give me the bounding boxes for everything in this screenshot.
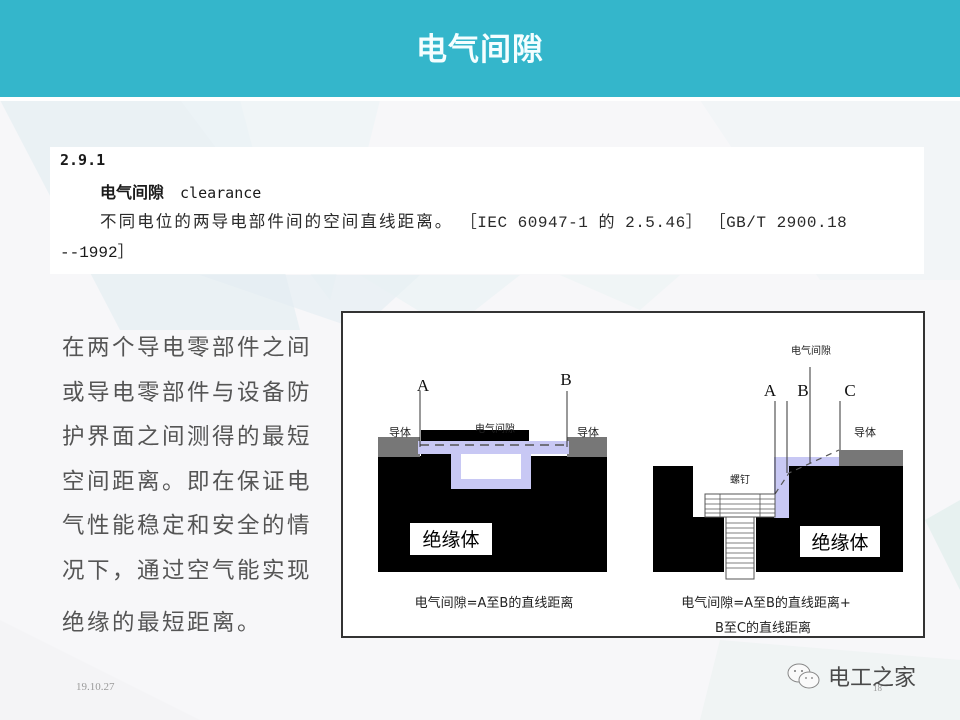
- left-insulator-right: [529, 456, 607, 464]
- explanation-line-last: 绝缘的最短距离。: [62, 610, 263, 636]
- left-conductor-a: [378, 437, 420, 457]
- explanation-line: 况下，通过空气能实现: [62, 557, 313, 584]
- reference-gb: ［GB/T 2900.18: [709, 214, 848, 232]
- slide-header: 电气间隙: [0, 0, 960, 97]
- right-label-c: C: [844, 381, 855, 400]
- explanation-line: 在两个导电零部件之间: [62, 335, 313, 361]
- right-caption-line2: B至C的直线距离: [715, 620, 811, 636]
- reference-gb-continuation: --1992］: [60, 244, 134, 262]
- explanation-line: 护界面之间测得的最短: [62, 424, 313, 450]
- right-insulator-label: 绝缘体: [811, 532, 868, 554]
- right-conductor: [839, 450, 903, 466]
- right-caption-line1: 电气间隙=A至B的直线距离+: [681, 595, 851, 611]
- diagram-canvas: 绝缘体 A B 导体 导体 电气间隙 电气间隙=A至B的直线距离 绝缘体 电气间…: [378, 344, 903, 636]
- right-label-a: A: [764, 381, 777, 400]
- page-number: 18: [873, 683, 882, 693]
- right-gap-label: 电气间隙: [791, 344, 831, 357]
- definition-body: 不同电位的两导电部件间的空间直线距离。: [100, 212, 454, 231]
- explanation-line: 气性能稳定和安全的情: [62, 513, 313, 539]
- clearance-diagram: 绝缘体 A B 导体 导体 电气间隙 电气间隙=A至B的直线距离 绝缘体 电气间…: [341, 311, 925, 638]
- reference-iec: ［IEC 60947-1 的 2.5.46］: [460, 214, 703, 232]
- left-insulator-label: 绝缘体: [422, 529, 479, 551]
- clause-number: 2.9.1: [60, 151, 106, 169]
- left-label-b: B: [560, 370, 571, 389]
- footer-date: 19.10.27: [76, 681, 115, 693]
- right-insulator-left: [653, 466, 724, 572]
- left-diagram: 绝缘体 A B 导体 导体 电气间隙 电气间隙=A至B的直线距离: [378, 370, 607, 611]
- screw-label: 螺钉: [730, 474, 750, 486]
- term-heading: 电气间隙 clearance: [100, 179, 261, 203]
- term-chinese: 电气间隙: [100, 183, 165, 202]
- left-conductor-label-a: 导体: [389, 425, 411, 439]
- left-caption: 电气间隙=A至B的直线距离: [415, 595, 574, 611]
- watermark: 电工之家: [786, 660, 916, 692]
- watermark-text: 电工之家: [828, 666, 917, 691]
- standard-definition-box: 2.9.1 电气间隙 clearance 不同电位的两导电部件间的空间直线距离。 …: [50, 147, 924, 274]
- left-clearance-strip: [418, 441, 569, 454]
- explanation-line: 空间距离。即在保证电: [62, 468, 313, 495]
- wechat-icon: [787, 663, 820, 689]
- right-conductor-label: 导体: [854, 425, 876, 439]
- left-groove: [461, 454, 521, 479]
- explanation-line: 或导电零部件与设备防: [62, 379, 313, 406]
- slide-title: 电气间隙: [416, 32, 544, 68]
- definition-text: 不同电位的两导电部件间的空间直线距离。 ［IEC 60947-1 的 2.5.4…: [100, 208, 847, 232]
- left-conductor-label-b: 导体: [577, 425, 599, 439]
- left-label-a: A: [417, 376, 430, 395]
- right-label-b: B: [797, 381, 808, 400]
- left-conductor-b: [567, 437, 607, 457]
- right-diagram: 绝缘体 电气间隙 A B C 导体 螺钉 电气间隙=A至B的直线距离+ B至C的…: [653, 344, 903, 636]
- explanation-paragraph: 在两个导电零部件之间 或导电零部件与设备防 护界面之间测得的最短 空间距离。即在…: [62, 326, 334, 646]
- term-english: clearance: [180, 184, 262, 202]
- header-divider: [0, 97, 960, 101]
- left-gap-label: 电气间隙: [475, 422, 515, 435]
